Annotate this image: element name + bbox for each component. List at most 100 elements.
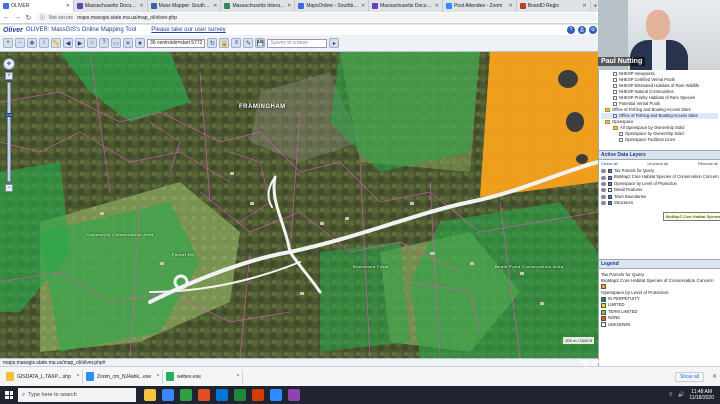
chevron-up-icon[interactable]: ^ — [77, 374, 79, 380]
reload-icon[interactable]: ↻ — [25, 14, 32, 22]
taskbar-app-icon[interactable] — [288, 389, 300, 401]
select-tool-icon[interactable]: ▭ — [111, 38, 121, 48]
browser-tab[interactable]: Mass Mapper: Southboro ✕ — [148, 0, 222, 12]
start-button[interactable] — [0, 386, 18, 404]
zoom-in-button[interactable]: + — [5, 72, 13, 80]
refresh-tool-icon[interactable]: ↻ — [207, 38, 218, 48]
taskbar-app-icon[interactable] — [252, 389, 264, 401]
zoom-slider-thumb[interactable] — [5, 113, 13, 117]
measure-tool-icon[interactable]: 📏 — [51, 38, 61, 48]
layer-tree-node[interactable]: Openspace Facilities Lines — [601, 137, 718, 143]
pan-tool-icon[interactable]: ✥ — [27, 38, 37, 48]
layer-checkbox[interactable] — [613, 114, 617, 118]
taskbar-app-icon[interactable] — [234, 389, 246, 401]
layer-checkbox[interactable] — [613, 78, 617, 82]
chevron-up-icon[interactable]: ^ — [237, 374, 239, 380]
layer-visibility-icon[interactable] — [601, 169, 606, 174]
browser-tab[interactable]: Massachusetts Document ✕ — [74, 0, 148, 12]
taskbar-search[interactable]: ⌕ Type here to search — [18, 388, 136, 402]
save-tool-icon[interactable]: 💾 — [255, 38, 266, 48]
download-item[interactable]: webex.exe ^ — [163, 369, 243, 384]
close-download-bar-icon[interactable]: ✕ — [712, 373, 717, 380]
town-search-input[interactable]: Survey to a town — [267, 38, 328, 48]
browser-tab[interactable]: OLIVER ✕ — [0, 0, 74, 12]
aerial-map[interactable] — [0, 52, 598, 358]
survey-link[interactable]: Please take our user survey — [151, 27, 225, 33]
network-icon[interactable]: ⌔ — [668, 392, 673, 398]
tab-close-icon[interactable]: ✕ — [435, 3, 439, 9]
print-icon[interactable]: ⎙ — [578, 26, 586, 34]
layer-checkbox[interactable] — [613, 84, 617, 88]
chevron-up-icon[interactable]: ^ — [157, 374, 159, 380]
lock-tool-icon[interactable]: 🔒 — [219, 38, 230, 48]
back-icon[interactable]: ← — [3, 14, 10, 21]
layer-visibility-icon[interactable] — [601, 188, 606, 193]
scale-select[interactable]: 36 centroids=start 5772 — [147, 38, 206, 48]
zoom-in-tool-icon[interactable]: + — [3, 38, 13, 48]
browser-tab[interactable]: Post Attendee - Zoom ✕ — [443, 0, 517, 12]
bookmark-tool-icon[interactable]: ★ — [135, 38, 145, 48]
tab-close-icon[interactable]: ✕ — [582, 3, 586, 9]
layer-checkbox[interactable]: ✓ — [608, 175, 612, 180]
taskbar-app-icon[interactable] — [270, 389, 282, 401]
tab-close-icon[interactable]: ✕ — [361, 3, 365, 9]
forward-icon[interactable]: → — [14, 14, 21, 21]
browser-tab[interactable]: BoardD Regis ✕ — [517, 0, 591, 12]
browser-tab[interactable]: Massachusetts Document ✕ — [369, 0, 443, 12]
tab-close-icon[interactable]: ✕ — [287, 3, 291, 9]
go-button-icon[interactable]: ▸ — [329, 38, 340, 48]
browser-tab[interactable]: Massachusetts Interactive ✕ — [221, 0, 296, 12]
url-field[interactable]: ⓘ Not secure maps.massgis.state.ma.us/ma… — [36, 13, 597, 22]
layer-checkbox[interactable]: ✓ — [608, 194, 612, 199]
layer-checkbox[interactable] — [613, 102, 617, 106]
draw-tool-icon[interactable]: ✎ — [243, 38, 254, 48]
layer-checkbox[interactable]: ✓ — [608, 182, 612, 187]
download-item[interactable]: GISDATA_L.TAXP....shp ^ — [3, 369, 83, 384]
layer-checkbox[interactable] — [619, 138, 623, 142]
volume-icon[interactable]: 🔊 — [678, 392, 684, 398]
tab-close-icon[interactable]: ✕ — [509, 3, 513, 9]
previous-extent-icon[interactable]: ◀ — [63, 38, 73, 48]
layer-checkbox[interactable] — [613, 96, 617, 100]
next-extent-icon[interactable]: ▶ — [75, 38, 85, 48]
show-all-downloads-button[interactable]: Show all — [675, 371, 704, 382]
active-layer-row[interactable]: ✓ Structures — [601, 200, 718, 206]
layer-checkbox[interactable] — [608, 188, 612, 193]
help-icon[interactable]: ? — [567, 26, 575, 34]
layer-checkbox[interactable]: ✓ — [608, 201, 612, 206]
identify-tool-icon[interactable]: i — [39, 38, 49, 48]
zoom-out-button[interactable]: − — [5, 184, 13, 192]
pan-control-icon[interactable]: ✥ — [3, 58, 15, 70]
layer-checkbox[interactable] — [613, 90, 617, 94]
full-extent-icon[interactable]: ⌂ — [87, 38, 97, 48]
layer-visibility-icon[interactable] — [601, 194, 606, 199]
uncheck-all-link[interactable]: Uncheck all — [647, 161, 668, 166]
zoom-out-tool-icon[interactable]: − — [15, 38, 25, 48]
layer-visibility-icon[interactable] — [601, 201, 606, 206]
taskbar-app-icon[interactable] — [216, 389, 228, 401]
tab-close-icon[interactable]: ✕ — [139, 3, 143, 9]
tab-close-icon[interactable]: ✕ — [66, 3, 70, 9]
taskbar-app-icon[interactable] — [180, 389, 192, 401]
taskbar-app-icon[interactable] — [144, 389, 156, 401]
clock[interactable]: 11:48 AM 11/18/2020 — [689, 389, 714, 401]
query-tool-icon[interactable]: ? — [99, 38, 109, 48]
map-canvas[interactable]: FRAMINGHAM Community Conservation Area B… — [0, 52, 598, 358]
tab-close-icon[interactable]: ✕ — [213, 3, 217, 9]
browser-tab[interactable]: MapsOnline - Southborough ✕ — [295, 0, 370, 12]
layer-checkbox[interactable] — [619, 132, 623, 136]
remove-all-link[interactable]: Remove all — [698, 161, 718, 166]
check-all-link[interactable]: Check all — [601, 161, 617, 166]
layers-tool-icon[interactable]: ≡ — [231, 38, 242, 48]
layer-checkbox[interactable] — [613, 72, 617, 76]
download-item[interactable]: Zoom_cm_NJ4ahk...exe ^ — [83, 369, 163, 384]
settings-icon[interactable]: ⚙ — [589, 26, 597, 34]
taskbar-app-icon[interactable] — [198, 389, 210, 401]
clear-tool-icon[interactable]: ✕ — [123, 38, 133, 48]
layer-checkbox[interactable]: ✓ — [608, 169, 612, 174]
layer-visibility-icon[interactable] — [601, 175, 606, 180]
zoom-slider[interactable] — [5, 82, 13, 182]
taskbar-app-icon[interactable] — [162, 389, 174, 401]
layer-visibility-icon[interactable] — [601, 182, 606, 187]
info-icon[interactable]: ⓘ — [40, 14, 45, 21]
